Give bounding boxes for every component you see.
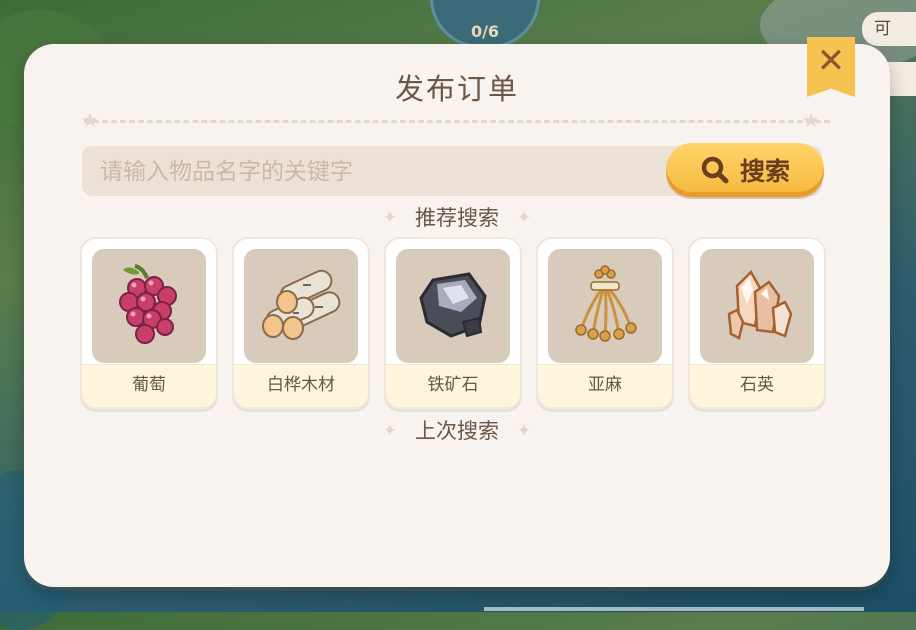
item-label: 石英 [690,364,824,407]
dialog-title: 发布订单 [394,72,519,106]
recommended-item-flax[interactable]: 亚麻 [536,237,674,409]
recommended-items: 葡萄 白桦木材 铁矿石 亚麻 石英 [80,237,826,409]
item-label: 亚麻 [538,364,672,407]
inventory-counter-text: 0/6 [470,22,500,41]
inventory-counter-badge: 0/6 [430,0,540,48]
flax-icon [575,265,637,342]
item-thumbnail [92,249,206,363]
sparkle-icon: ✦ [517,421,532,441]
quartz-icon [727,269,793,340]
sparkle-icon: ✦ [517,208,532,228]
divider-star-right-icon: ★ [802,108,820,132]
panel-bottom-strip [484,607,864,611]
search-button[interactable]: 搜索 [666,143,824,197]
recommended-heading: 推荐搜索 [415,206,499,230]
item-thumbnail [548,249,662,363]
publish-order-dialog: 发布订单 ★ ★ 搜索 ✦推荐搜索✦ [24,44,890,611]
recommended-item-quartz[interactable]: 石英 [688,237,826,409]
item-label: 铁矿石 [386,364,520,407]
recommended-item-grape[interactable]: 葡萄 [80,237,218,409]
item-thumbnail [396,249,510,363]
grape-icon [119,264,177,344]
birch-wood-icon [262,269,341,340]
item-label: 葡萄 [82,364,216,407]
sparkle-icon: ✦ [382,421,397,441]
recommended-item-iron-ore[interactable]: 铁矿石 [384,237,522,409]
iron-ore-icon [419,272,487,338]
search-icon [701,156,729,184]
title-divider [84,120,830,123]
sparkle-icon: ✦ [382,208,397,228]
item-label: 白桦木材 [234,364,368,407]
recent-heading-row: ✦ 上次搜索 ✦ [24,415,890,445]
search-input[interactable] [98,146,662,198]
recent-heading: 上次搜索 [415,419,499,443]
item-thumbnail [700,249,814,363]
recommended-heading-row: ✦ 推荐搜索 ✦ [24,202,890,232]
close-button[interactable]: ✕ [807,37,855,97]
close-icon: ✕ [816,41,846,81]
item-thumbnail [244,249,358,363]
side-tab-1[interactable]: 可 [862,12,916,46]
search-button-label: 搜索 [739,157,790,186]
recommended-item-birch-wood[interactable]: 白桦木材 [232,237,370,409]
